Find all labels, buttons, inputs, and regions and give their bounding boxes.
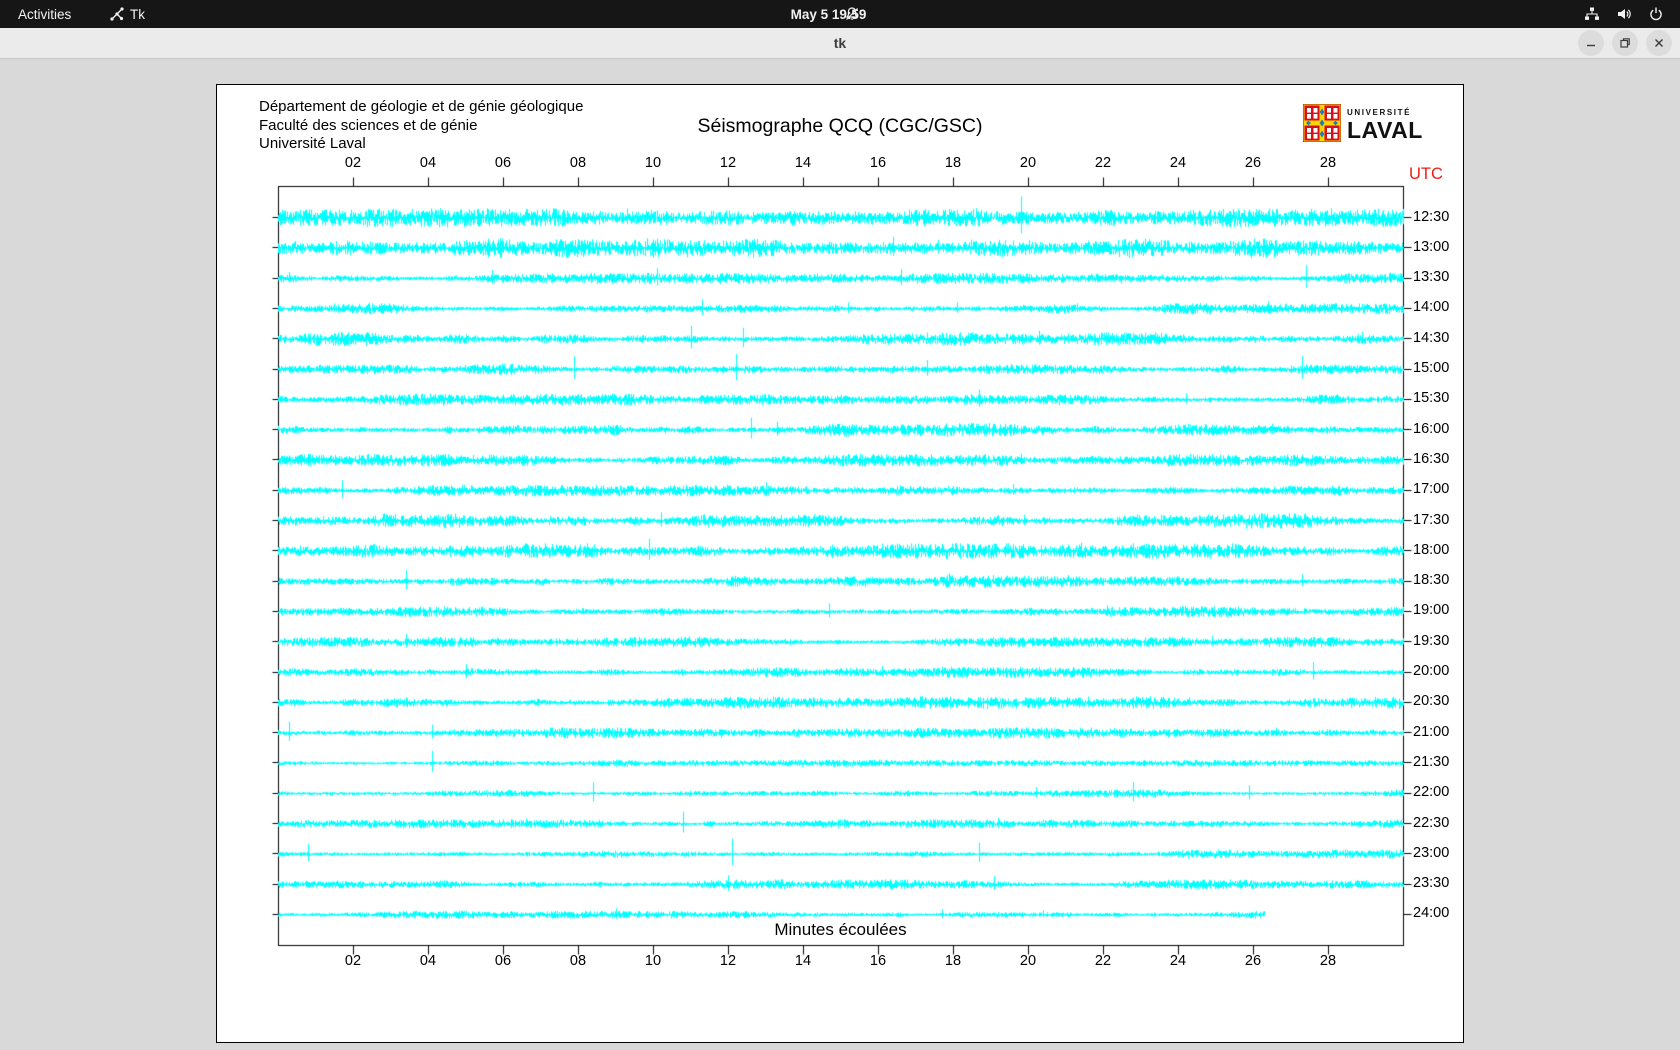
window-titlebar[interactable]: tk [0,28,1680,59]
focused-app-name: Tk [130,6,145,22]
utc-row-label: 18:00 [1413,541,1450,558]
focused-app-menu[interactable]: Tk [100,0,155,28]
x-tick-label-bottom: 28 [1319,953,1337,969]
system-tray[interactable] [1574,0,1674,28]
utc-row-label: 16:00 [1413,420,1450,437]
x-axis-title: Minutes écoulées [774,920,907,939]
x-tick-label-top: 06 [494,155,512,171]
utc-row-label: 22:00 [1413,784,1450,801]
utc-row-label: 22:30 [1413,814,1450,831]
utc-row-label: 21:00 [1413,723,1450,740]
helicorder-trace-canvas [217,85,1463,1042]
x-tick-label-top: 10 [644,155,662,171]
utc-row-label: 14:00 [1413,299,1450,316]
notifications-muted-icon [834,0,870,28]
activities-button[interactable]: Activities [8,0,81,28]
utc-row-label: 23:00 [1413,844,1450,861]
volume-icon [1616,6,1632,22]
utc-row-label: 16:30 [1413,450,1450,467]
window-title: tk [833,35,847,51]
x-tick-label-bottom: 02 [344,953,362,969]
utc-axis-title: UTC [1409,165,1443,183]
utc-row-label: 17:00 [1413,481,1450,498]
utc-row-label: 19:30 [1413,632,1450,649]
x-tick-label-top: 12 [719,155,737,171]
x-tick-label-top: 16 [869,155,887,171]
utc-row-label: 19:00 [1413,602,1450,619]
activities-label: Activities [18,6,72,22]
laval-shield-icon [1302,103,1342,147]
laval-wordmark-bottom: LAVAL [1347,117,1423,143]
desktop: Activities Tk May 5 19:59 tk Département… [0,0,1680,1050]
x-tick-label-bottom: 22 [1094,953,1112,969]
utc-row-label: 13:30 [1413,269,1450,286]
utc-row-label: 24:00 [1413,905,1450,922]
x-tick-label-top: 18 [944,155,962,171]
utc-row-label: 21:30 [1413,753,1450,770]
x-tick-label-top: 14 [794,155,812,171]
utc-row-label: 17:30 [1413,511,1450,528]
universite-laval-logo: UNIVERSITÉ LAVAL [1302,103,1423,147]
x-tick-label-top: 04 [419,155,437,171]
x-tick-label-bottom: 10 [644,953,662,969]
x-tick-label-top: 20 [1019,155,1037,171]
laval-wordmark-top: UNIVERSITÉ [1347,108,1412,117]
utc-row-label: 14:30 [1413,329,1450,346]
x-tick-label-bottom: 24 [1169,953,1187,969]
header-line-1: Département de géologie et de génie géol… [259,98,584,115]
gnome-top-bar: Activities Tk May 5 19:59 [0,0,1680,28]
laval-wordmark: UNIVERSITÉ LAVAL [1347,109,1423,142]
close-button[interactable] [1646,30,1672,56]
x-tick-label-top: 26 [1244,155,1262,171]
x-tick-label-bottom: 08 [569,953,587,969]
utc-row-label: 13:00 [1413,238,1450,255]
x-tick-label-bottom: 26 [1244,953,1262,969]
seismograph-sheet: Département de géologie et de génie géol… [216,84,1464,1043]
x-tick-label-bottom: 04 [419,953,437,969]
x-tick-label-bottom: 12 [719,953,737,969]
x-tick-label-bottom: 18 [944,953,962,969]
x-tick-label-top: 02 [344,155,362,171]
x-tick-label-top: 24 [1169,155,1187,171]
x-tick-label-bottom: 14 [794,953,812,969]
utc-row-label: 18:30 [1413,572,1450,589]
x-tick-label-top: 08 [569,155,587,171]
x-tick-label-bottom: 16 [869,953,887,969]
x-tick-label-bottom: 06 [494,953,512,969]
tk-app-icon [110,7,124,21]
x-tick-label-top: 28 [1319,155,1337,171]
maximize-button[interactable] [1612,30,1638,56]
utc-row-label: 20:00 [1413,663,1450,679]
utc-row-label: 12:30 [1413,208,1450,225]
utc-row-label: 23:30 [1413,875,1450,892]
power-icon [1648,6,1664,22]
x-tick-label-top: 22 [1094,155,1112,171]
utc-row-label: 15:30 [1413,390,1450,407]
utc-row-label: 20:30 [1413,693,1450,710]
wired-network-icon [1584,6,1600,22]
page-title: Séismographe QCQ (CGC/GSC) [697,115,983,137]
minimize-button[interactable] [1578,30,1604,56]
utc-row-label: 15:00 [1413,360,1450,376]
x-tick-label-bottom: 20 [1019,953,1037,969]
